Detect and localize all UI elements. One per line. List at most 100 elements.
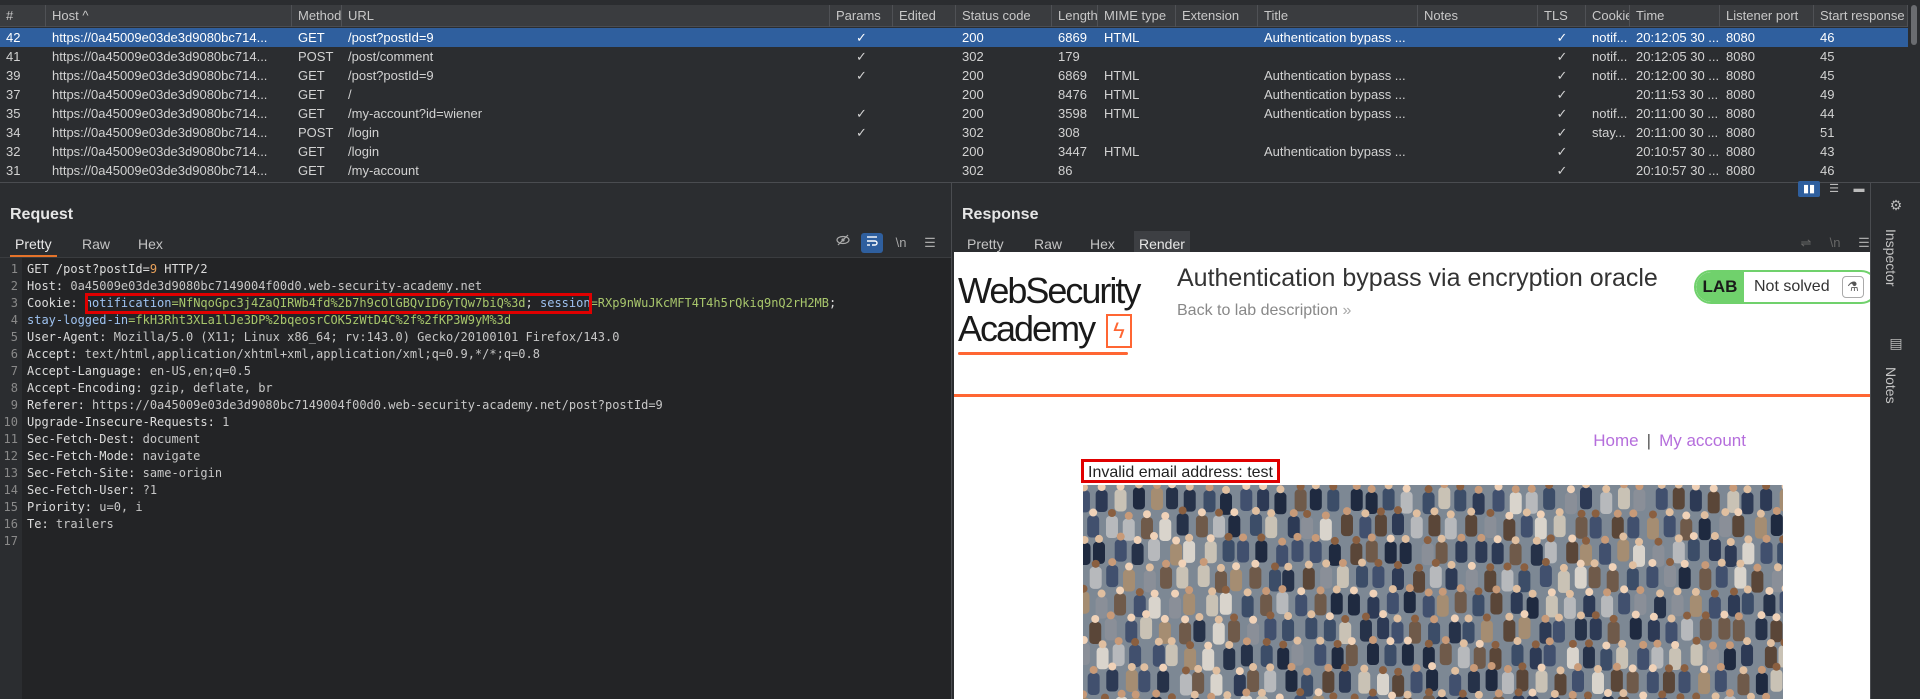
- cell-cookie: notif...: [1592, 49, 1628, 64]
- col-header-url[interactable]: URL: [342, 5, 830, 27]
- tab-raw[interactable]: Raw: [77, 231, 115, 257]
- cell-host: https://0a45009e03de3d9080bc714...: [52, 49, 268, 64]
- request-title: Request: [10, 206, 74, 223]
- col-header-start-response[interactable]: Start response: [1814, 5, 1908, 27]
- tab-hex[interactable]: Hex: [133, 231, 168, 257]
- table-row[interactable]: 37 https://0a45009e03de3d9080bc714... GET /…: [0, 85, 1908, 104]
- col-header-time[interactable]: Time: [1630, 5, 1720, 27]
- line-number: 4: [10, 313, 18, 327]
- cell-mime: HTML: [1104, 106, 1140, 121]
- cell-cookie: notif...: [1592, 30, 1628, 45]
- cell-params: [830, 142, 893, 161]
- cell-method: GET: [298, 163, 325, 178]
- history-scrollbar[interactable]: [1908, 5, 1920, 177]
- error-message: Invalid email address: test: [1081, 459, 1280, 483]
- header-value: same-origin: [135, 466, 223, 480]
- protocol: HTTP/2: [157, 262, 208, 276]
- inspector-icon[interactable]: ⚙: [1888, 197, 1904, 213]
- header-value: Mozilla/5.0 (X11; Linux x86_64; rv:143.0…: [106, 330, 620, 344]
- lab-title: Authentication bypass via encryption ora…: [1177, 264, 1658, 292]
- col-header-num[interactable]: #: [0, 5, 46, 27]
- scrollbar-thumb[interactable]: [1911, 5, 1917, 45]
- cell-port: 8080: [1726, 68, 1755, 83]
- col-header-tls[interactable]: TLS: [1538, 5, 1586, 27]
- col-header-mime[interactable]: MIME type: [1098, 5, 1176, 27]
- split-horizontal-icon[interactable]: ☰: [1823, 181, 1845, 197]
- cell-method: POST: [298, 125, 334, 140]
- table-row[interactable]: 42 https://0a45009e03de3d9080bc714... GET /…: [0, 28, 1908, 47]
- col-header-extension[interactable]: Extension: [1176, 5, 1258, 27]
- table-row[interactable]: 34 https://0a45009e03de3d9080bc714... POST…: [0, 123, 1908, 142]
- tabbed-layout-icon[interactable]: ▬: [1848, 181, 1870, 197]
- proxy-history-table: # Host ^ Method URL Params Edited Status…: [0, 0, 1920, 182]
- cell-url: /post/comment: [348, 49, 434, 64]
- cell-cookie: [1586, 142, 1630, 161]
- inspector-tab[interactable]: Inspector: [1883, 229, 1899, 287]
- lab-status-text: Not solved: [1754, 278, 1830, 295]
- header-key: Sec-Fetch-Site:: [27, 466, 136, 480]
- col-header-edited[interactable]: Edited: [893, 5, 956, 27]
- col-header-method[interactable]: Method: [292, 5, 342, 27]
- cookie-session-value: =RXp9nWuJKcMFT4T4h5rQkiq9nQ2rH2MB: [590, 296, 829, 310]
- col-header-notes[interactable]: Notes: [1418, 5, 1538, 27]
- table-row[interactable]: 32 https://0a45009e03de3d9080bc714... GET /…: [0, 142, 1908, 161]
- nav-home-link[interactable]: Home: [1593, 431, 1638, 450]
- newline-icon[interactable]: \n: [890, 233, 912, 253]
- notification-cookie-highlight: [85, 293, 592, 314]
- table-row[interactable]: 31 https://0a45009e03de3d9080bc714... GET /…: [0, 161, 1908, 180]
- line-number: 15: [3, 500, 18, 514]
- header-sec-fetch-user: Sec-Fetch-User: ?1: [27, 483, 157, 497]
- cell-cookie: notif...: [1592, 68, 1628, 83]
- cell-num: 31: [6, 163, 21, 178]
- col-header-length[interactable]: Length: [1052, 5, 1098, 27]
- cell-tls: ✓: [1556, 68, 1568, 83]
- lab-status-badge: LAB Not solved ⚗: [1694, 270, 1872, 304]
- col-header-params[interactable]: Params: [830, 5, 893, 27]
- cell-url: /post?postId=9: [348, 68, 434, 83]
- header-key: Accept:: [27, 347, 78, 361]
- cell-params: ✓: [856, 49, 867, 64]
- cell-title: [1258, 47, 1418, 66]
- split-vertical-icon[interactable]: ▮▮: [1798, 181, 1820, 197]
- col-header-host[interactable]: Host ^: [46, 5, 292, 27]
- line-number: 12: [3, 449, 18, 463]
- cell-port: 8080: [1726, 87, 1755, 102]
- nav-my-account-link[interactable]: My account: [1659, 431, 1746, 450]
- table-row[interactable]: 39 https://0a45009e03de3d9080bc714... GET /…: [0, 66, 1908, 85]
- col-header-cookie[interactable]: Cookie: [1586, 5, 1630, 27]
- table-row[interactable]: 35 https://0a45009e03de3d9080bc714... GET /…: [0, 104, 1908, 123]
- request-editor[interactable]: 1 2 3 4 5 6 7 8 9 10 11 12 13 14 15 16 17 GET /post?post…: [0, 257, 951, 699]
- hide-icon[interactable]: [832, 233, 854, 253]
- col-header-title[interactable]: Title: [1258, 5, 1418, 27]
- cell-cookie: [1586, 161, 1630, 180]
- cell-start: 44: [1820, 106, 1835, 121]
- table-row[interactable]: 41 https://0a45009e03de3d9080bc714... POST…: [0, 47, 1908, 66]
- cell-params: ✓: [856, 106, 867, 121]
- cell-time: 20:11:00 30 ...: [1636, 106, 1719, 121]
- cell-start: 49: [1820, 87, 1835, 102]
- cell-num: 42: [6, 30, 21, 45]
- cell-length: 6869: [1058, 30, 1087, 45]
- menu-icon[interactable]: ☰: [919, 233, 941, 253]
- col-header-listener-port[interactable]: Listener port: [1720, 5, 1814, 27]
- post-image-crowd: [1083, 485, 1783, 699]
- header-value: navigate: [135, 449, 201, 463]
- web-security-academy-logo[interactable]: WebSecurity Academy ϟ: [958, 272, 1158, 355]
- cell-time: 20:12:05 30 ...: [1636, 30, 1720, 45]
- notes-icon[interactable]: ▤: [1888, 335, 1904, 351]
- cell-port: 8080: [1726, 125, 1755, 140]
- notes-tab[interactable]: Notes: [1883, 367, 1899, 404]
- wrap-icon[interactable]: [861, 233, 883, 253]
- cell-params: [830, 161, 893, 180]
- cell-status: 302: [962, 163, 984, 178]
- line-number: 13: [3, 466, 18, 480]
- newline-icon[interactable]: \n: [1824, 233, 1846, 253]
- param-value: 9: [149, 262, 158, 276]
- cell-params: ✓: [856, 68, 867, 83]
- wrap-icon[interactable]: ⇌: [1795, 233, 1817, 253]
- back-to-lab-link[interactable]: Back to lab description »: [1177, 302, 1351, 320]
- col-header-status[interactable]: Status code: [956, 5, 1052, 27]
- line-number: 3: [10, 296, 18, 310]
- tab-pretty[interactable]: Pretty: [10, 231, 57, 257]
- cell-title: Authentication bypass ...: [1264, 144, 1406, 159]
